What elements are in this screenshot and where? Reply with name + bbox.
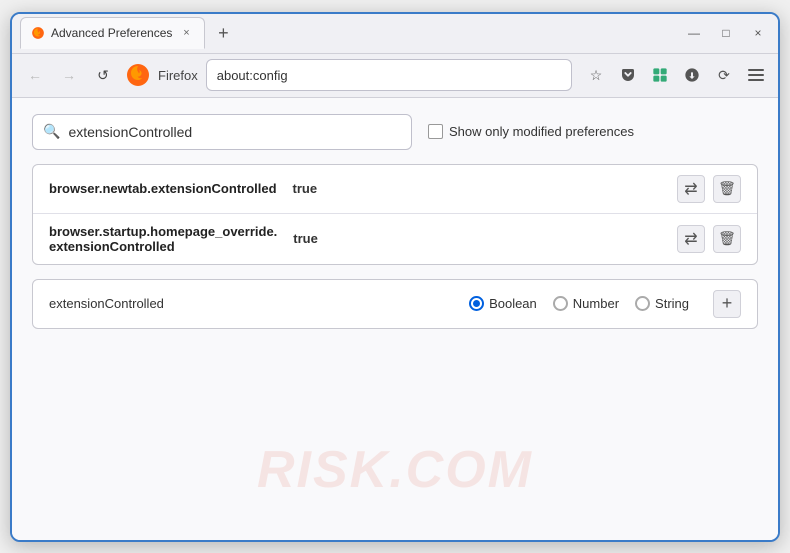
add-preference-row: extensionControlled Boolean Number Strin…	[32, 279, 758, 329]
type-options: Boolean Number String +	[469, 290, 741, 318]
menu-button[interactable]	[742, 61, 770, 89]
reset-button-1[interactable]: ⇄	[677, 175, 705, 203]
title-bar: Advanced Preferences × + — □ ×	[12, 14, 778, 54]
reset-icon-2: ⇄	[684, 229, 697, 249]
add-plus-button[interactable]: +	[713, 290, 741, 318]
downloads-icon[interactable]	[678, 61, 706, 89]
restore-button[interactable]: □	[714, 21, 738, 45]
minimize-button[interactable]: —	[682, 21, 706, 45]
show-modified-checkbox[interactable]	[428, 124, 443, 139]
radio-boolean-label: Boolean	[489, 296, 537, 311]
radio-number-label: Number	[573, 296, 619, 311]
show-modified-checkbox-row[interactable]: Show only modified preferences	[428, 124, 634, 139]
reset-button-2[interactable]: ⇄	[677, 225, 705, 253]
new-pref-name: extensionControlled	[49, 296, 164, 311]
address-bar[interactable]: about:config	[206, 59, 572, 91]
search-row: 🔍 extensionControlled Show only modified…	[32, 114, 758, 150]
reload-button[interactable]: ↺	[88, 60, 118, 90]
table-row[interactable]: browser.startup.homepage_override. exten…	[33, 214, 757, 264]
address-text: about:config	[217, 68, 288, 83]
browser-name-label: Firefox	[158, 68, 198, 83]
sync-icon[interactable]: ⟳	[710, 61, 738, 89]
delete-button-2[interactable]: 🗑	[713, 225, 741, 253]
content-area: RISK.COM 🔍 extensionControlled Show only…	[12, 98, 778, 540]
tab-favicon	[31, 26, 45, 40]
close-button[interactable]: ×	[746, 21, 770, 45]
radio-boolean-circle	[469, 296, 484, 311]
search-box[interactable]: 🔍 extensionControlled	[32, 114, 412, 150]
table-row[interactable]: browser.newtab.extensionControlled true …	[33, 165, 757, 214]
window-controls: — □ ×	[682, 21, 770, 45]
pref-name-2-line2: extensionControlled	[49, 239, 277, 254]
radio-number[interactable]: Number	[553, 296, 619, 311]
forward-button[interactable]: →	[54, 60, 84, 90]
show-modified-label: Show only modified preferences	[449, 124, 634, 139]
search-icon: 🔍	[43, 123, 60, 140]
browser-tab[interactable]: Advanced Preferences ×	[20, 17, 205, 49]
trash-icon-2: 🗑	[718, 230, 736, 247]
results-table: browser.newtab.extensionControlled true …	[32, 164, 758, 265]
radio-boolean[interactable]: Boolean	[469, 296, 537, 311]
firefox-logo	[126, 63, 150, 87]
pref-value-2: true	[293, 231, 318, 246]
browser-window: Advanced Preferences × + — □ × ← → ↺ Fir…	[10, 12, 780, 542]
tab-close-button[interactable]: ×	[178, 25, 194, 41]
radio-string-circle	[635, 296, 650, 311]
delete-button-1[interactable]: 🗑	[713, 175, 741, 203]
new-tab-button[interactable]: +	[209, 19, 237, 47]
radio-string-label: String	[655, 296, 689, 311]
nav-bar: ← → ↺ Firefox about:config ☆ ⟳	[12, 54, 778, 98]
pref-value-1: true	[293, 181, 318, 196]
hamburger-icon	[744, 65, 768, 85]
nav-icons: ☆ ⟳	[582, 61, 770, 89]
tab-label: Advanced Preferences	[51, 26, 172, 40]
extension-icon[interactable]	[646, 61, 674, 89]
pocket-icon[interactable]	[614, 61, 642, 89]
bookmark-icon[interactable]: ☆	[582, 61, 610, 89]
reset-icon-1: ⇄	[684, 179, 697, 199]
radio-number-circle	[553, 296, 568, 311]
watermark: RISK.COM	[257, 440, 533, 500]
back-button[interactable]: ←	[20, 60, 50, 90]
pref-name-2-container: browser.startup.homepage_override. exten…	[49, 224, 277, 254]
row-1-actions: ⇄ 🗑	[677, 175, 741, 203]
radio-string[interactable]: String	[635, 296, 689, 311]
pref-name-2-line1: browser.startup.homepage_override.	[49, 224, 277, 239]
search-input[interactable]: extensionControlled	[68, 124, 192, 140]
row-2-actions: ⇄ 🗑	[677, 225, 741, 253]
trash-icon-1: 🗑	[718, 180, 736, 197]
pref-name-1: browser.newtab.extensionControlled	[49, 181, 277, 196]
